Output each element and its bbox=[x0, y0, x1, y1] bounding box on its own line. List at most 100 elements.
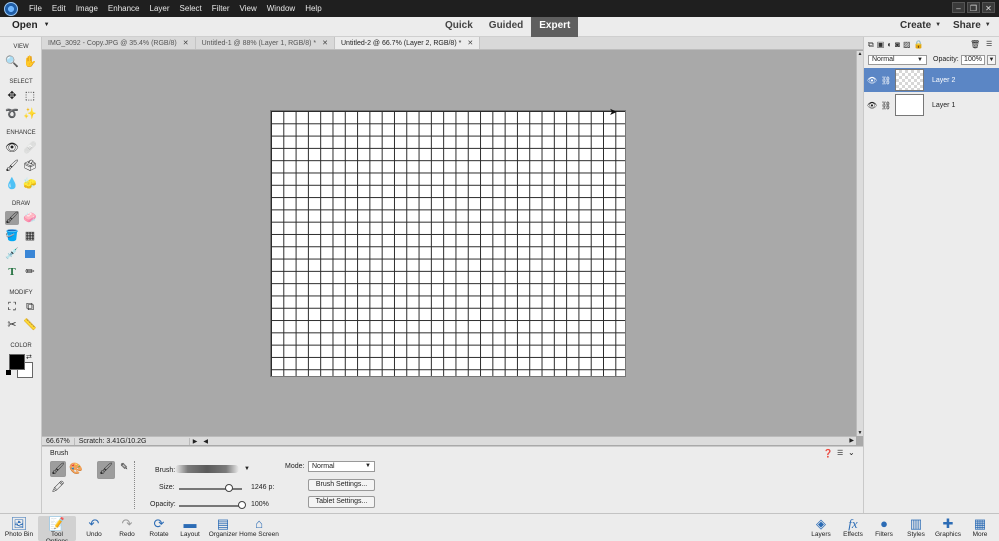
paint-bucket-tool-icon[interactable]: 🪣 bbox=[5, 229, 19, 243]
menu-file[interactable]: File bbox=[24, 4, 47, 13]
tablet-settings-button[interactable]: Tablet Settings... bbox=[308, 496, 375, 508]
layer-mask-icon[interactable]: ◙ bbox=[895, 40, 900, 50]
close-icon[interactable]: ✕ bbox=[322, 39, 328, 47]
sponge-tool-icon[interactable]: 🧽 bbox=[23, 177, 37, 191]
organizer-button[interactable]: ▤ Organizer bbox=[207, 516, 239, 538]
tab-guided[interactable]: Guided bbox=[481, 17, 531, 37]
photo-bin-button[interactable]: 🖼 Photo Bin bbox=[4, 516, 34, 538]
menu-edit[interactable]: Edit bbox=[47, 4, 71, 13]
spot-healing-tool-icon[interactable]: 🩹 bbox=[23, 141, 37, 155]
brush-preset-icon[interactable]: 🖌 bbox=[97, 461, 115, 479]
type-tool-icon[interactable]: T bbox=[5, 265, 19, 279]
marquee-tool-icon[interactable]: ⬚ bbox=[23, 89, 37, 103]
minimize-button[interactable]: – bbox=[952, 2, 965, 13]
eye-icon[interactable]: 👁 bbox=[865, 76, 879, 85]
chevron-down-icon[interactable]: ⌄ bbox=[848, 448, 855, 457]
help-icon[interactable]: ❓ bbox=[823, 449, 833, 458]
airbrush-icon[interactable]: ✎ bbox=[120, 462, 128, 473]
tool-options-button[interactable]: 📝Tool Options bbox=[38, 516, 76, 541]
mode-select[interactable]: Normal ▼ bbox=[308, 461, 375, 472]
blend-mode-select[interactable]: Normal ▼ bbox=[868, 55, 927, 65]
eye-icon[interactable]: 👁 bbox=[865, 101, 879, 110]
create-button[interactable]: Create ▼ bbox=[900, 20, 941, 31]
menu-view[interactable]: View bbox=[235, 4, 262, 13]
zoom-tool-icon[interactable]: 🔍 bbox=[5, 55, 19, 69]
more-button[interactable]: ▦ More bbox=[967, 516, 993, 538]
blur-tool-icon[interactable]: 💧 bbox=[5, 177, 19, 191]
close-button[interactable]: ✕ bbox=[982, 2, 995, 13]
new-group-icon[interactable]: ▣ bbox=[877, 40, 885, 50]
layout-button[interactable]: ▬ Layout bbox=[178, 516, 202, 538]
gradient-tool-icon[interactable]: ▦ bbox=[23, 229, 37, 243]
brush-mode-icon[interactable]: 🖌 bbox=[50, 461, 66, 477]
new-layer-icon[interactable]: ⧉ bbox=[868, 40, 874, 50]
filters-button[interactable]: ● Filters bbox=[871, 516, 897, 538]
adjustment-layer-icon[interactable]: ◐ bbox=[887, 40, 892, 50]
brush-settings-button[interactable]: Brush Settings... bbox=[308, 479, 375, 491]
lock-icon[interactable]: 🔒 bbox=[914, 40, 924, 50]
opacity-slider-thumb[interactable] bbox=[238, 501, 246, 509]
link-icon[interactable]: ⛓ bbox=[879, 76, 893, 85]
hand-tool-icon[interactable]: ✋ bbox=[23, 55, 37, 69]
menu-layer[interactable]: Layer bbox=[145, 4, 175, 13]
restore-button[interactable]: ❐ bbox=[967, 2, 980, 13]
color-replacement-brush-icon[interactable]: 🖍 bbox=[51, 480, 65, 493]
opacity-slider-track[interactable] bbox=[179, 505, 242, 507]
doc-tab[interactable]: IMG_3092 - Copy.JPG @ 35.4% (RGB/8) ✕ bbox=[42, 37, 196, 49]
layer-row[interactable]: 👁 ⛓ Layer 1 bbox=[864, 93, 999, 117]
straighten-tool-icon[interactable]: 📏 bbox=[23, 318, 37, 332]
scroll-right-icon[interactable]: ▶ bbox=[849, 437, 854, 444]
smart-brush-tool-icon[interactable]: 🖌 bbox=[5, 159, 19, 173]
magic-wand-tool-icon[interactable]: ✨ bbox=[23, 107, 37, 121]
swap-colors-icon[interactable]: ⇄ bbox=[26, 353, 32, 361]
doc-tab[interactable]: Untitled-1 @ 88% (Layer 1, RGB/8) * ✕ bbox=[196, 37, 335, 49]
eraser-tool-icon[interactable]: 🧼 bbox=[23, 211, 37, 225]
panel-menu-icon[interactable]: ☰ bbox=[986, 40, 992, 48]
caret-down-icon[interactable]: ▼ bbox=[987, 55, 996, 65]
move-tool-icon[interactable]: ✥ bbox=[5, 89, 19, 103]
caret-down-icon[interactable]: ▼ bbox=[244, 466, 250, 472]
lasso-tool-icon[interactable]: ➰ bbox=[5, 107, 19, 121]
layers-button[interactable]: ◈ Layers bbox=[808, 516, 834, 538]
menu-select[interactable]: Select bbox=[175, 4, 207, 13]
default-colors-icon[interactable] bbox=[6, 370, 13, 377]
clone-stamp-tool-icon[interactable]: 🗳 bbox=[23, 159, 37, 173]
tab-quick[interactable]: Quick bbox=[437, 17, 481, 37]
menu-window[interactable]: Window bbox=[262, 4, 300, 13]
eyedropper-tool-icon[interactable]: 💉 bbox=[5, 247, 19, 261]
rotate-button[interactable]: ⟳ Rotate bbox=[146, 516, 172, 538]
menu-enhance[interactable]: Enhance bbox=[103, 4, 145, 13]
graphics-button[interactable]: ✚ Graphics bbox=[933, 516, 963, 538]
crop-tool-icon[interactable]: ⛶ bbox=[5, 300, 19, 314]
menu-help[interactable]: Help bbox=[300, 4, 326, 13]
home-screen-button[interactable]: ⌂ Home Screen bbox=[239, 516, 279, 538]
brush-tool-icon[interactable]: 🖌 bbox=[5, 211, 19, 225]
red-eye-tool-icon[interactable]: 👁 bbox=[5, 141, 19, 155]
brush-preview[interactable] bbox=[175, 465, 239, 473]
pencil-tool-icon[interactable]: ✏ bbox=[23, 265, 37, 279]
recompose-tool-icon[interactable]: ⧉ bbox=[23, 300, 37, 314]
styles-button[interactable]: ▥ Styles bbox=[903, 516, 929, 538]
impressionist-brush-icon[interactable]: 🎨 bbox=[69, 462, 83, 475]
lock-transparency-icon[interactable]: ▨ bbox=[903, 40, 911, 50]
menu-image[interactable]: Image bbox=[71, 4, 103, 13]
share-button[interactable]: Share ▼ bbox=[953, 20, 991, 31]
open-button[interactable]: Open ▼ bbox=[12, 20, 50, 31]
menu-filter[interactable]: Filter bbox=[207, 4, 235, 13]
panel-menu-icon[interactable]: ☰ bbox=[837, 449, 843, 457]
layer-row[interactable]: 👁 ⛓ Layer 2 bbox=[864, 68, 999, 92]
content-aware-move-tool-icon[interactable]: ✂ bbox=[5, 318, 19, 332]
doc-tab-active[interactable]: Untitled-2 @ 66.7% (Layer 2, RGB/8) * ✕ bbox=[335, 37, 481, 49]
redo-button[interactable]: ↷ Redo bbox=[115, 516, 139, 538]
size-slider-thumb[interactable] bbox=[225, 484, 234, 492]
document-canvas[interactable] bbox=[270, 110, 626, 377]
link-icon[interactable]: ⛓ bbox=[879, 101, 893, 110]
trash-icon[interactable]: 🗑 bbox=[970, 40, 980, 49]
foreground-color-swatch[interactable] bbox=[9, 354, 25, 370]
effects-button[interactable]: fx Effects bbox=[840, 516, 866, 538]
layer-opacity-field[interactable]: 100% bbox=[961, 55, 985, 65]
tab-expert[interactable]: Expert bbox=[531, 17, 579, 37]
undo-button[interactable]: ↶ Undo bbox=[82, 516, 106, 538]
status-menu-icon[interactable]: ▶ bbox=[190, 438, 201, 445]
shape-tool-icon[interactable] bbox=[23, 247, 37, 261]
